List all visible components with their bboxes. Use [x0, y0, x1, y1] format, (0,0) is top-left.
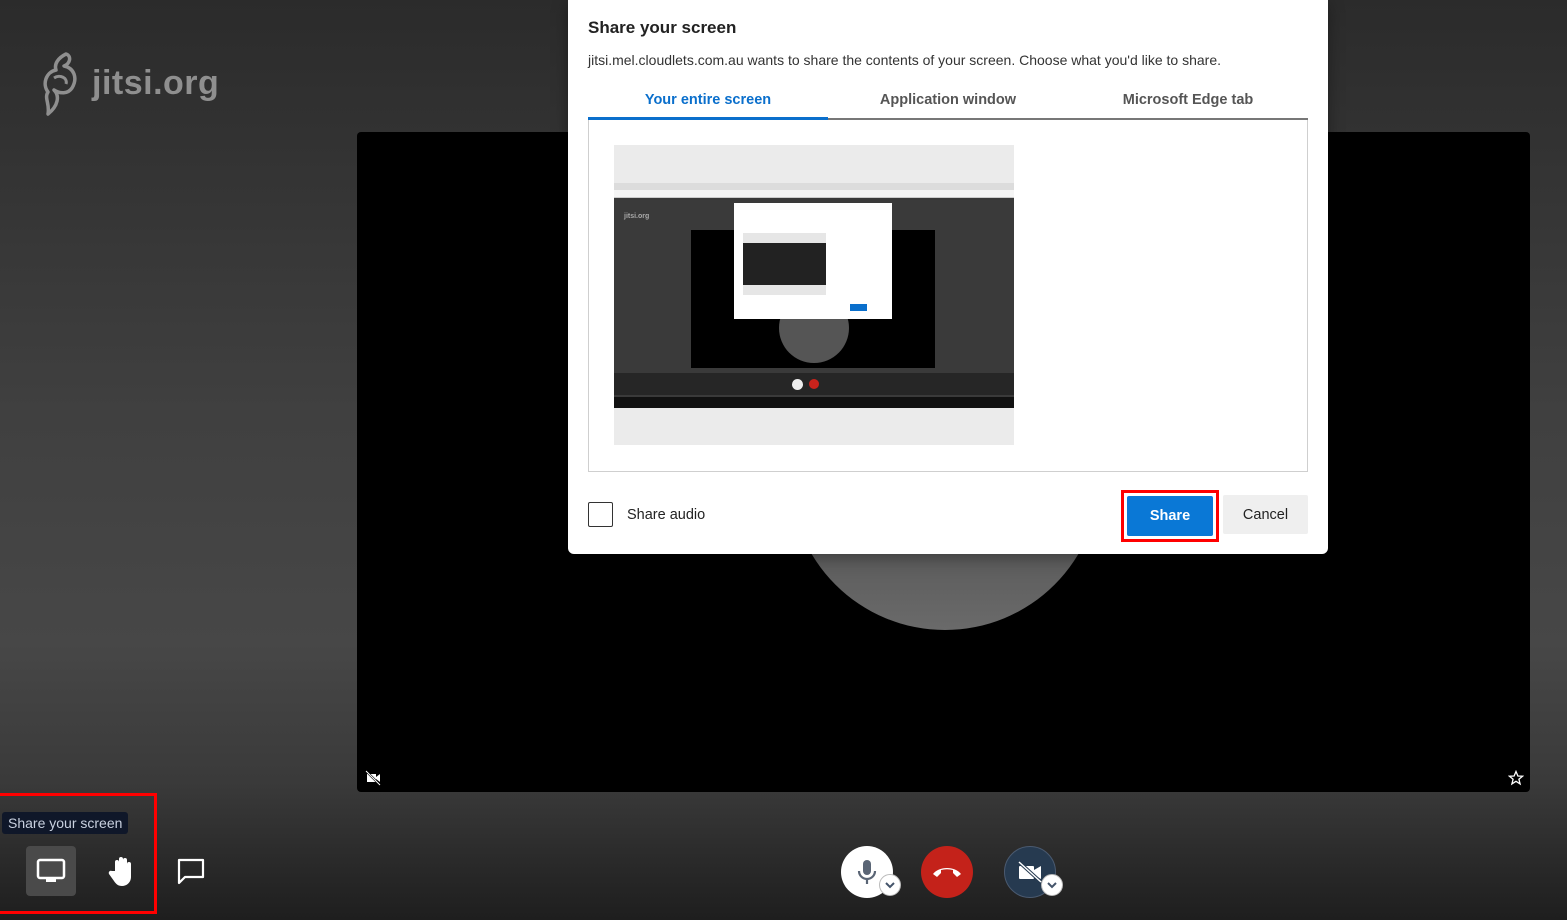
- chat-button[interactable]: [166, 846, 216, 896]
- monitor-icon: [36, 858, 66, 882]
- cancel-button[interactable]: Cancel: [1223, 495, 1308, 534]
- share-audio-row: Share audio: [588, 502, 705, 527]
- raise-hand-button[interactable]: [96, 846, 146, 896]
- logo-text: jitsi.org: [92, 63, 220, 102]
- dialog-description: jitsi.mel.cloudlets.com.au wants to shar…: [588, 52, 1221, 68]
- pin-star-icon[interactable]: [1508, 770, 1524, 786]
- preview-hangup: [809, 379, 819, 389]
- preview-dialog: [734, 203, 892, 319]
- preview-logo: jitsi.org: [624, 213, 650, 220]
- preview-share-button: [850, 304, 867, 311]
- share-button[interactable]: Share: [1127, 496, 1213, 536]
- chevron-down-icon: [885, 882, 895, 889]
- share-screen-button[interactable]: [26, 846, 76, 896]
- hangup-button[interactable]: [921, 846, 973, 898]
- hangup-icon: [933, 868, 961, 877]
- microphone-options-chevron[interactable]: [879, 874, 901, 896]
- tab-application-window[interactable]: Application window: [828, 84, 1068, 118]
- screen-thumbnail[interactable]: jitsi.org: [614, 145, 1014, 445]
- source-tabs: Your entire screen Application window Mi…: [588, 84, 1308, 120]
- share-button-highlight: Share: [1121, 490, 1219, 542]
- preview-address-bar: [614, 190, 1014, 198]
- raise-hand-icon: [108, 857, 131, 886]
- screen-preview-image: jitsi.org: [614, 183, 1014, 408]
- preview-browser-tabs: [614, 183, 1014, 190]
- chat-icon: [177, 858, 205, 885]
- microphone-icon: [857, 860, 877, 884]
- camera-off-icon: [365, 770, 381, 786]
- preview-dialog-thumb: [743, 233, 826, 295]
- preview-mic: [792, 379, 803, 390]
- preview-taskbar: [614, 397, 1014, 408]
- source-panel: jitsi.org: [588, 120, 1308, 472]
- tab-entire-screen[interactable]: Your entire screen: [588, 84, 828, 120]
- chevron-down-icon: [1047, 882, 1057, 889]
- share-screen-tooltip: Share your screen: [2, 812, 129, 834]
- dialog-title: Share your screen: [588, 18, 737, 37]
- share-audio-label: Share audio: [627, 506, 706, 523]
- camera-off-icon: [1017, 860, 1043, 884]
- share-screen-dialog: Share your screen jitsi.mel.cloudlets.co…: [568, 0, 1328, 554]
- jitsi-logo: jitsi.org: [40, 50, 219, 116]
- jitsi-logo-icon: [43, 52, 77, 116]
- camera-options-chevron[interactable]: [1041, 874, 1063, 896]
- share-audio-checkbox[interactable]: [588, 502, 613, 527]
- tab-edge-tab[interactable]: Microsoft Edge tab: [1068, 84, 1308, 118]
